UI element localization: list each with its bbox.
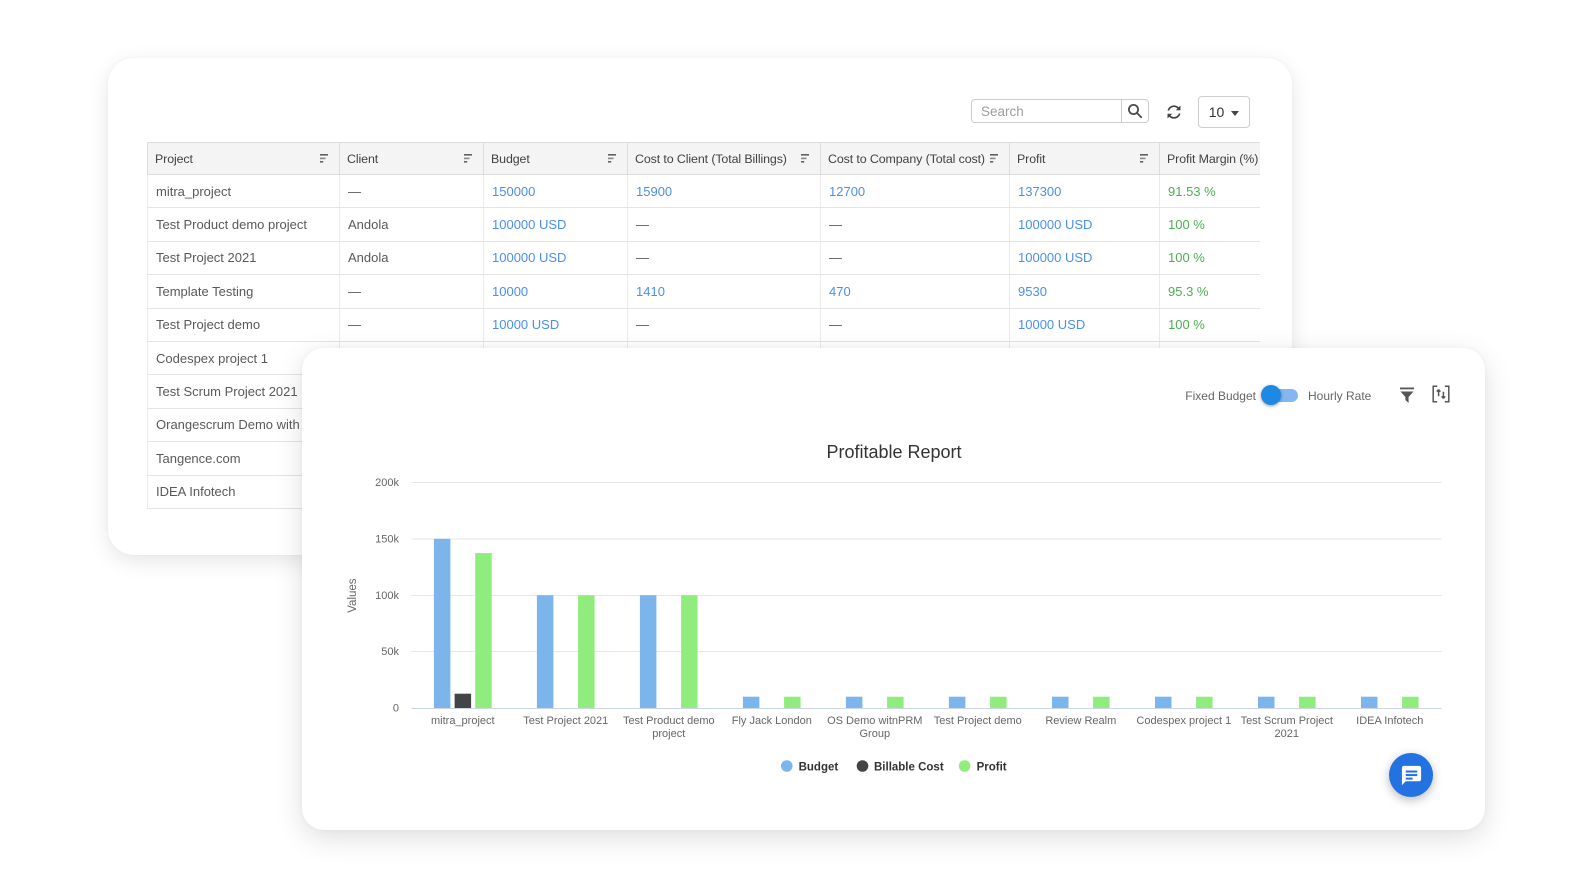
svg-text:project: project <box>652 728 685 740</box>
svg-text:Codespex project 1: Codespex project 1 <box>1136 715 1231 727</box>
svg-text:50k: 50k <box>381 646 399 658</box>
svg-text:Review Realm: Review Realm <box>1045 715 1116 727</box>
svg-text:IDEA Infotech: IDEA Infotech <box>1356 715 1423 727</box>
svg-text:OS Demo witnPRM: OS Demo witnPRM <box>827 715 922 727</box>
svg-text:Values: Values <box>347 578 359 613</box>
svg-text:Profit: Profit <box>977 762 1007 774</box>
svg-text:2021: 2021 <box>1275 728 1299 740</box>
svg-text:Test Scrum Project: Test Scrum Project <box>1241 715 1333 727</box>
svg-text:0: 0 <box>393 703 399 715</box>
svg-text:mitra_project: mitra_project <box>431 715 495 727</box>
svg-text:Billable Cost: Billable Cost <box>874 762 944 774</box>
svg-text:Budget: Budget <box>799 762 839 774</box>
svg-text:200k: 200k <box>375 477 399 489</box>
svg-text:Test Project demo: Test Project demo <box>934 715 1022 727</box>
svg-text:Group: Group <box>860 728 891 740</box>
svg-text:Fly Jack London: Fly Jack London <box>732 715 812 727</box>
svg-text:Test Product demo: Test Product demo <box>623 715 715 727</box>
svg-text:150k: 150k <box>375 534 399 546</box>
svg-text:Profitable Report: Profitable Report <box>826 442 961 462</box>
svg-text:100k: 100k <box>375 590 399 602</box>
svg-text:Test Project 2021: Test Project 2021 <box>523 715 608 727</box>
